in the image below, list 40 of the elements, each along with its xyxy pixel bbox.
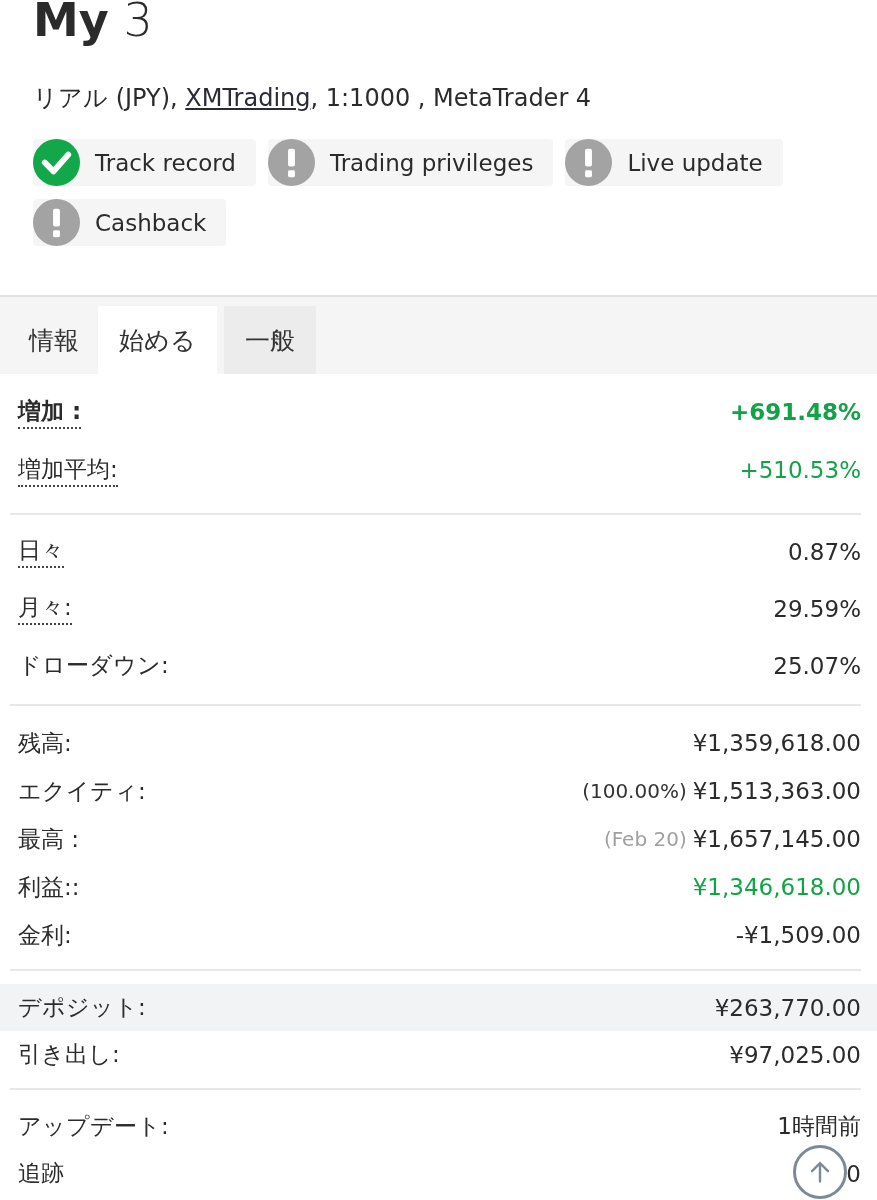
stat-label: 日々 — [18, 535, 64, 568]
badge-label: Track record — [95, 149, 236, 176]
stat-value: ¥263,770.00 — [714, 994, 861, 1021]
stat-value: 0 — [846, 1160, 861, 1187]
stat-label: 残高: — [18, 728, 72, 758]
stat-label: 追跡 — [18, 1159, 64, 1188]
stat-value: -¥1,509.00 — [735, 922, 861, 948]
broker-link[interactable]: XMTrading — [185, 84, 311, 112]
stat-label: エクイティ: — [18, 776, 146, 806]
stat-value: ¥1,513,363.00 — [692, 778, 861, 804]
badge-label: Live update — [627, 149, 763, 176]
stat-note: (Feb 20) — [603, 827, 687, 851]
stat-label: デポジット: — [18, 993, 146, 1022]
stat-value: 1時間前 — [777, 1112, 861, 1141]
stat-value: +691.48% — [729, 399, 861, 425]
stat-value: +510.53% — [739, 457, 861, 483]
account-info: リアル (JPY), XMTrading, 1:1000 , MetaTrader 4 — [33, 83, 593, 114]
stat-label: 引き出し: — [18, 1040, 120, 1069]
badge-label: Cashback — [95, 209, 207, 236]
stat-label: 増加 : — [18, 395, 82, 429]
tab[interactable]: 始める — [98, 306, 217, 374]
stat-label: 金利: — [18, 920, 72, 950]
stat-label: ドローダウン: — [18, 651, 169, 680]
tab[interactable]: 情報 — [0, 306, 98, 374]
stat-value: 25.07% — [773, 652, 861, 679]
stat-label: 増加平均: — [18, 453, 118, 487]
stat-label: 月々: — [18, 592, 72, 625]
stat-value: 0.87% — [787, 538, 861, 565]
stat-value: ¥1,346,618.00 — [692, 874, 861, 900]
stat-value: ¥1,359,618.00 — [692, 730, 861, 756]
stat-value: ¥97,025.00 — [729, 1041, 861, 1068]
stat-label: 利益:: — [18, 872, 80, 902]
stat-value: ¥1,657,145.00 — [692, 826, 861, 852]
stat-label: アップデート: — [18, 1112, 169, 1141]
badge-label: Trading privileges — [329, 149, 534, 176]
stat-note: (100.00%) — [582, 779, 687, 803]
stat-value: 29.59% — [773, 595, 861, 622]
tab[interactable]: 一般 — [224, 306, 316, 374]
scroll-top-button[interactable] — [793, 1145, 847, 1199]
stat-label: 最高 : — [18, 824, 80, 854]
